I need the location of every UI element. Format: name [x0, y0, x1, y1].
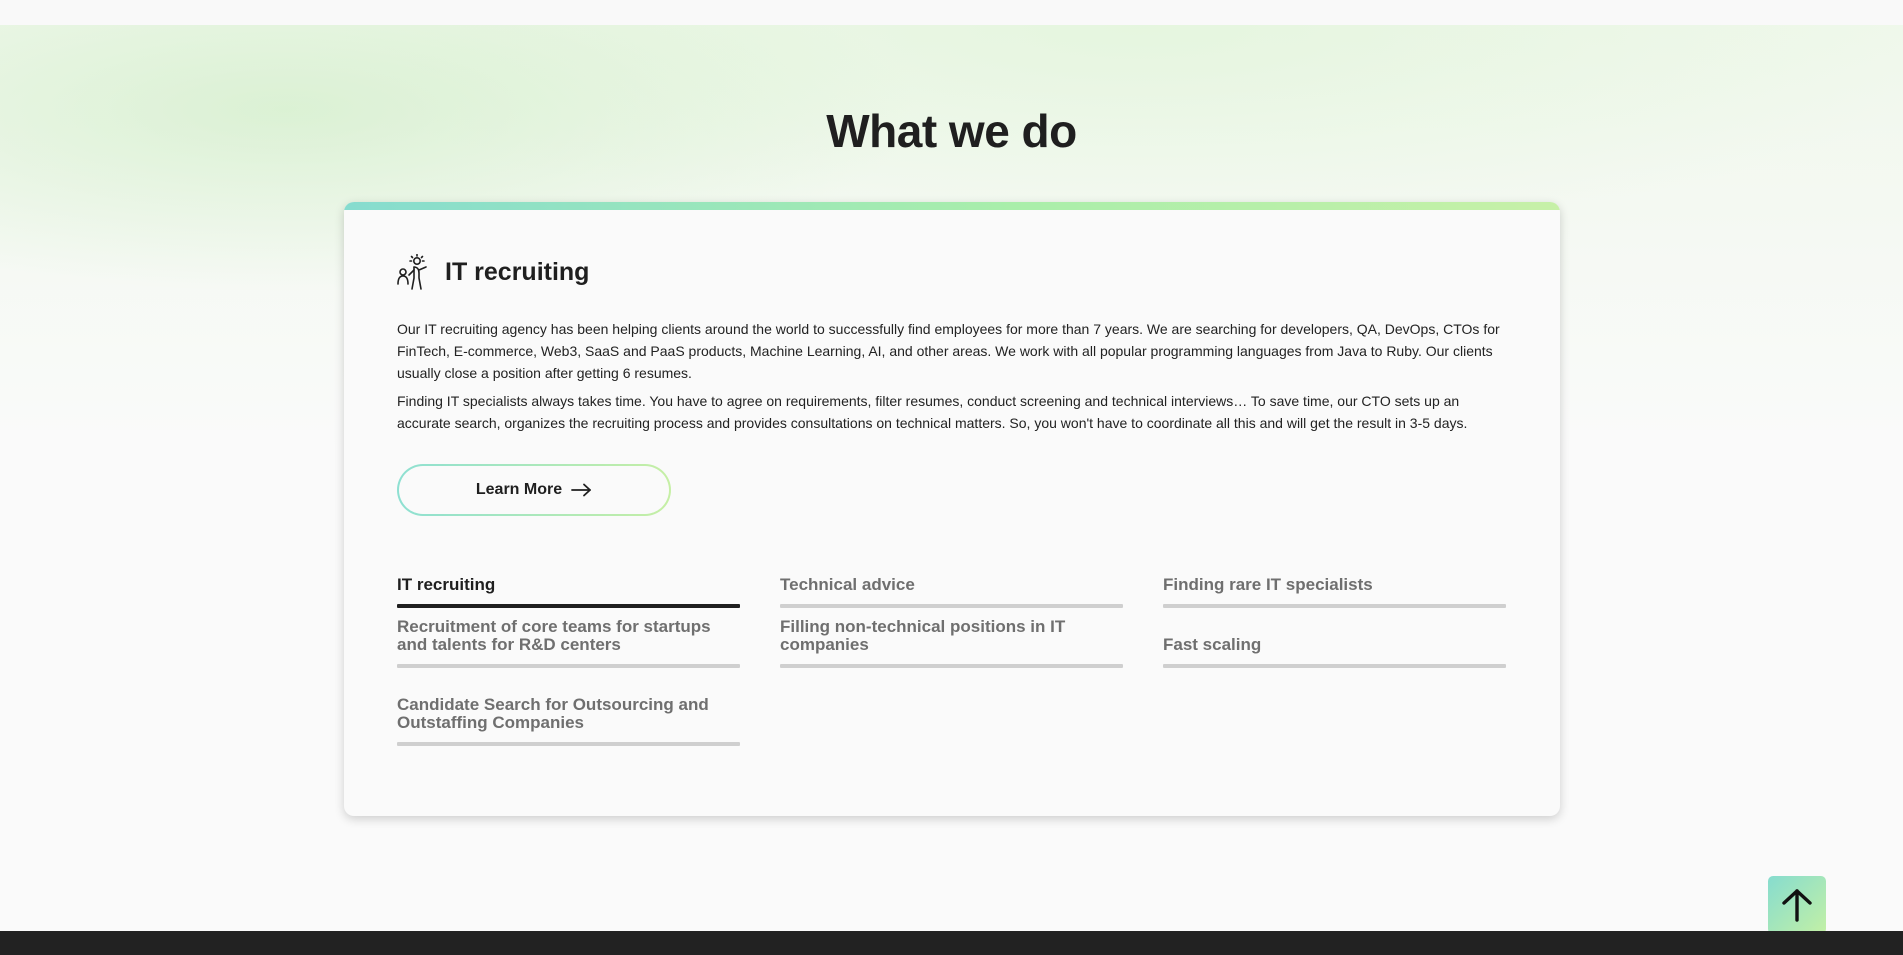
tab-label: IT recruiting — [397, 575, 496, 594]
card-header: IT recruiting — [397, 252, 589, 292]
arrow-up-icon — [1782, 889, 1812, 922]
tab-it-recruiting[interactable]: IT recruiting — [397, 560, 740, 608]
tab-finding-rare-specialists[interactable]: Finding rare IT specialists — [1163, 560, 1506, 608]
tab-label: Candidate Search for Outsourcing and Out… — [397, 695, 709, 732]
scroll-to-top-button[interactable] — [1768, 876, 1826, 934]
tab-outsourcing-candidates[interactable]: Candidate Search for Outsourcing and Out… — [397, 695, 740, 746]
card-paragraph-2: Finding IT specialists always takes time… — [397, 393, 1468, 431]
tab-underline — [1163, 604, 1506, 608]
tab-underline — [780, 604, 1123, 608]
tab-underline — [1163, 664, 1506, 668]
card-paragraph-1: Our IT recruiting agency has been helpin… — [397, 321, 1500, 381]
footer — [0, 931, 1903, 955]
top-strip — [0, 0, 1903, 25]
card-title: IT recruiting — [445, 257, 590, 286]
learn-more-button-inner: Learn More — [399, 466, 669, 514]
tab-underline — [780, 664, 1123, 668]
tab-label: Fast scaling — [1163, 635, 1262, 654]
card-description: Our IT recruiting agency has been helpin… — [397, 318, 1507, 434]
arrow-right-icon — [571, 483, 592, 497]
learn-more-label: Learn More — [475, 481, 563, 498]
card-accent-bar — [344, 202, 1560, 210]
tab-non-technical-positions[interactable]: Filling non-technical positions in IT co… — [780, 617, 1123, 668]
tab-underline — [397, 664, 740, 668]
section-title: What we do — [826, 105, 1077, 157]
tab-fast-scaling[interactable]: Fast scaling — [1163, 620, 1506, 668]
tab-label: Recruitment of core teams for startups a… — [397, 617, 711, 654]
tab-underline — [397, 604, 740, 608]
learn-more-button[interactable]: Learn More — [397, 464, 671, 516]
service-card: IT recruiting Our IT recruiting agency h… — [344, 202, 1560, 816]
tab-label: Filling non-technical positions in IT co… — [780, 617, 1066, 654]
tab-underline — [397, 742, 740, 746]
recruiter-people-icon — [397, 254, 427, 290]
tab-label: Finding rare IT specialists — [1163, 575, 1373, 594]
tab-core-teams[interactable]: Recruitment of core teams for startups a… — [397, 617, 740, 668]
tab-label: Technical advice — [780, 575, 915, 594]
tab-technical-advice[interactable]: Technical advice — [780, 560, 1123, 608]
